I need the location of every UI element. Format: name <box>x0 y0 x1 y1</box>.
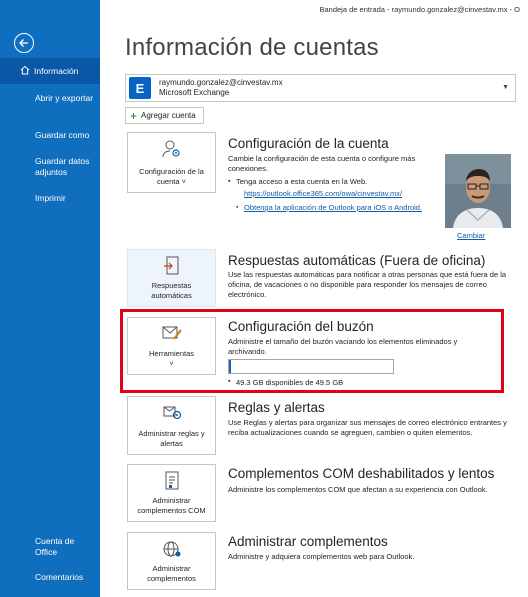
owa-link[interactable]: https://outlook.office365.com/owa/cinves… <box>244 189 402 199</box>
section-desc-rules: Use Reglas y alertas para organizar sus … <box>228 418 507 437</box>
add-account-button[interactable]: + Agregar cuenta <box>125 107 204 124</box>
sidebar-item-cuenta-office[interactable]: Cuenta de Office <box>0 536 82 558</box>
backstage-sidebar: Información Abrir y exportar Guardar com… <box>0 0 100 597</box>
auto-replies-button[interactable]: Respuestas automáticas <box>127 249 216 307</box>
sidebar-item-informacion[interactable]: Información <box>0 58 100 84</box>
profile-photo <box>445 154 511 228</box>
window-title: Bandeja de entrada - raymundo.gonzalez@c… <box>319 5 521 14</box>
exchange-logo-icon: E <box>129 77 151 99</box>
com-addins-icon <box>163 471 181 494</box>
tile-label: Administrar reglas y alertas <box>138 429 205 448</box>
sidebar-item-label: Información <box>34 65 79 76</box>
mailbox-storage-text: 49.3 GB disponibles de 49.5 GB <box>228 378 343 387</box>
tile-label: Administrar complementos COM <box>137 496 206 515</box>
chevron-down-icon: ▼ <box>502 84 509 91</box>
tile-label: Configuración de la cuenta <box>139 167 204 186</box>
section-title-com-addins: Complementos COM deshabilitados y lentos <box>228 466 495 481</box>
sidebar-item-imprimir[interactable]: Imprimir <box>0 193 100 204</box>
manage-rules-button[interactable]: Administrar reglas y alertas <box>127 396 216 455</box>
chevron-down-icon: ˅ <box>169 358 174 368</box>
mobile-app-link[interactable]: Obtenga la aplicación de Outlook para iO… <box>236 203 422 213</box>
sidebar-item-guardar-como[interactable]: Guardar como <box>0 130 100 141</box>
section-desc-com-addins: Administre los complementos COM que afec… <box>228 485 488 494</box>
sidebar-item-guardar-adjuntos[interactable]: Guardar datos adjuntos <box>0 156 92 178</box>
home-icon <box>20 65 30 78</box>
sidebar-item-comentarios[interactable]: Comentarios <box>0 572 100 583</box>
add-account-label: Agregar cuenta <box>141 111 196 120</box>
web-access-text: Tenga acceso a esta cuenta en la Web. <box>228 177 367 187</box>
section-desc-mailbox: Administre el tamaño del buzón vaciando … <box>228 337 458 356</box>
change-photo-link[interactable]: Cambiar <box>457 231 485 240</box>
section-title-account-settings: Configuración de la cuenta <box>228 136 389 151</box>
section-desc-account-settings: Cambie la configuración de esta cuenta o… <box>228 154 416 173</box>
rules-alerts-icon <box>162 403 182 424</box>
chevron-down-icon: ˅ <box>181 176 186 186</box>
manage-addins-button[interactable]: Administrar complementos <box>127 532 216 590</box>
section-title-rules: Reglas y alertas <box>228 400 325 415</box>
arrow-left-icon <box>19 39 28 47</box>
mailbox-usage-fill <box>229 360 231 373</box>
account-selector[interactable]: E raymundo.gonzalez@cinvestav.mx Microso… <box>125 74 516 102</box>
tile-label: Herramientas <box>148 349 194 358</box>
sidebar-item-abrir-exportar[interactable]: Abrir y exportar <box>0 93 100 104</box>
account-email: raymundo.gonzalez@cinvestav.mx <box>159 78 283 87</box>
back-button[interactable] <box>14 33 34 53</box>
manage-com-addins-button[interactable]: Administrar complementos COM <box>127 464 216 522</box>
section-desc-auto-replies: Use las respuestas automáticas para noti… <box>228 270 507 299</box>
plus-icon: + <box>130 108 138 123</box>
account-settings-button[interactable]: Configuración de la cuenta ˅ <box>127 132 216 193</box>
mailbox-tools-icon <box>161 324 183 345</box>
tools-button[interactable]: Herramientas ˅ <box>127 317 216 375</box>
tile-label: Administrar complementos <box>147 564 196 583</box>
globe-addins-icon <box>162 539 182 562</box>
account-type: Microsoft Exchange <box>159 88 230 97</box>
section-desc-addins: Administre y adquiera complementos web p… <box>228 552 415 561</box>
mailbox-usage-bar <box>228 359 394 374</box>
section-title-mailbox: Configuración del buzón <box>228 319 374 334</box>
out-of-office-icon <box>163 256 181 279</box>
section-title-addins: Administrar complementos <box>228 534 388 549</box>
page-title: Información de cuentas <box>125 34 379 61</box>
section-title-auto-replies: Respuestas automáticas (Fuera de oficina… <box>228 253 486 268</box>
account-settings-icon <box>161 139 183 162</box>
tile-label: Respuestas automáticas <box>151 281 192 300</box>
